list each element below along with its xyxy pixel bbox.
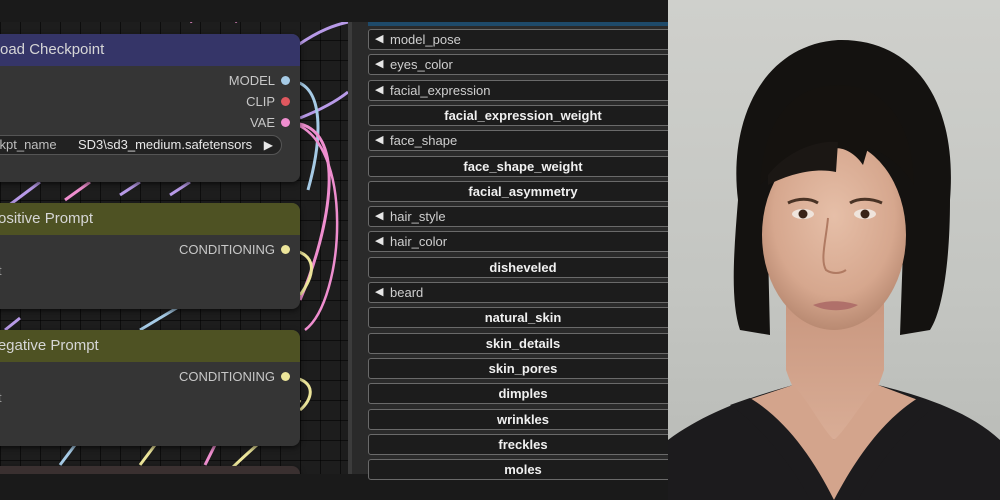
negative-input-fragment: t bbox=[0, 390, 2, 405]
clip-output-label: CLIP bbox=[246, 94, 275, 109]
conditioning-socket-icon[interactable] bbox=[281, 245, 290, 255]
field-label: skin_details bbox=[485, 335, 561, 351]
triangle-left-icon[interactable]: ◀ bbox=[375, 283, 383, 302]
field-model-pose[interactable]: ◀ model_pose bbox=[368, 29, 668, 50]
field-label: hair_style bbox=[390, 209, 446, 225]
positive-conditioning-output[interactable]: CONDITIONING bbox=[179, 241, 290, 259]
triangle-right-icon[interactable]: ▶ bbox=[264, 136, 273, 154]
field-label: wrinkles bbox=[496, 411, 550, 427]
field-dimples[interactable]: dimples bbox=[368, 383, 668, 405]
negative-prompt-title[interactable]: Negative Prompt bbox=[0, 330, 300, 362]
panel-top-accent bbox=[368, 22, 668, 26]
field-skin-details[interactable]: skin_details bbox=[368, 332, 668, 354]
positive-prompt-node[interactable]: Positive Prompt CONDITIONING t bbox=[0, 203, 300, 309]
field-label: hair_color bbox=[390, 234, 448, 250]
ckpt-name-label: ckpt_name bbox=[0, 137, 57, 152]
vae-output-label: VAE bbox=[249, 115, 275, 130]
field-face-shape-weight[interactable]: face_shape_weight bbox=[368, 155, 668, 177]
character-options-panel[interactable]: ◀ model_pose ◀ eyes_color ◀ facial_expression… bbox=[348, 22, 668, 481]
conditioning-socket-icon[interactable] bbox=[281, 372, 290, 382]
ckpt-name-value: SD3\sd3_medium.safetensors bbox=[78, 137, 253, 152]
model-output-label: MODEL bbox=[228, 73, 275, 88]
top-toolbar-strip bbox=[0, 0, 668, 22]
woman-portrait-illustration bbox=[668, 39, 1000, 500]
field-natural-skin[interactable]: natural_skin bbox=[368, 307, 668, 329]
field-freckles[interactable]: freckles bbox=[368, 433, 668, 455]
negative-conditioning-output[interactable]: CONDITIONING bbox=[179, 368, 290, 386]
model-socket-icon[interactable] bbox=[281, 76, 290, 86]
negative-prompt-node[interactable]: Negative Prompt CONDITIONING t bbox=[0, 330, 300, 446]
portrait-image bbox=[668, 0, 1000, 500]
field-disheveled[interactable]: disheveled bbox=[368, 256, 668, 278]
model-output[interactable]: MODEL bbox=[229, 72, 290, 90]
field-label: facial_asymmetry bbox=[468, 183, 578, 199]
field-moles[interactable]: moles bbox=[368, 459, 668, 481]
field-label: face_shape bbox=[390, 133, 458, 149]
triangle-left-icon[interactable]: ◀ bbox=[375, 207, 383, 226]
field-label: facial_expression bbox=[390, 82, 491, 98]
triangle-left-icon[interactable]: ◀ bbox=[375, 232, 383, 251]
positive-prompt-title[interactable]: Positive Prompt bbox=[0, 203, 300, 235]
field-label: face_shape_weight bbox=[463, 158, 583, 174]
node-graph-canvas[interactable]: oad Checkpoint MODEL CLIP VAE ckpt_name … bbox=[0, 0, 668, 500]
vae-socket-icon[interactable] bbox=[281, 118, 290, 128]
field-eyes-color[interactable]: ◀ eyes_color bbox=[368, 54, 668, 76]
ckpt-name-widget[interactable]: ckpt_name SD3\sd3_medium.safetensors ▶ bbox=[0, 135, 282, 155]
negative-conditioning-label: CONDITIONING bbox=[178, 369, 275, 384]
triangle-left-icon[interactable]: ◀ bbox=[375, 131, 383, 150]
vae-output[interactable]: VAE bbox=[250, 114, 290, 132]
load-checkpoint-title[interactable]: oad Checkpoint bbox=[0, 34, 300, 66]
field-label: disheveled bbox=[489, 259, 557, 275]
field-face-shape[interactable]: ◀ face_shape bbox=[368, 130, 668, 152]
field-skin-pores[interactable]: skin_pores bbox=[368, 357, 668, 379]
field-hair-color[interactable]: ◀ hair_color bbox=[368, 231, 668, 253]
field-label: model_pose bbox=[390, 32, 461, 47]
field-label: moles bbox=[504, 462, 542, 478]
field-beard[interactable]: ◀ beard bbox=[368, 282, 668, 303]
field-facial-asymmetry[interactable]: facial_asymmetry bbox=[368, 180, 668, 202]
field-facial-expression-weight[interactable]: facial_expression_weight bbox=[368, 104, 668, 126]
field-label: beard bbox=[390, 285, 424, 300]
clip-output[interactable]: CLIP bbox=[246, 93, 290, 111]
field-label: dimples bbox=[498, 386, 548, 402]
field-label: natural_skin bbox=[484, 310, 562, 326]
triangle-left-icon[interactable]: ◀ bbox=[375, 30, 383, 49]
field-facial-expression[interactable]: ◀ facial_expression bbox=[368, 79, 668, 101]
field-wrinkles[interactable]: wrinkles bbox=[368, 408, 668, 430]
load-checkpoint-node[interactable]: oad Checkpoint MODEL CLIP VAE ckpt_name … bbox=[0, 34, 300, 182]
positive-input-fragment: t bbox=[0, 263, 2, 278]
field-label: facial_expression_weight bbox=[444, 107, 602, 123]
field-label: skin_pores bbox=[488, 360, 558, 376]
triangle-left-icon[interactable]: ◀ bbox=[375, 81, 383, 100]
field-label: freckles bbox=[498, 436, 548, 452]
triangle-left-icon[interactable]: ◀ bbox=[375, 55, 383, 74]
positive-conditioning-label: CONDITIONING bbox=[178, 242, 275, 257]
clip-socket-icon[interactable] bbox=[281, 97, 290, 107]
field-label: eyes_color bbox=[390, 57, 453, 73]
field-hair-style[interactable]: ◀ hair_style bbox=[368, 206, 668, 228]
